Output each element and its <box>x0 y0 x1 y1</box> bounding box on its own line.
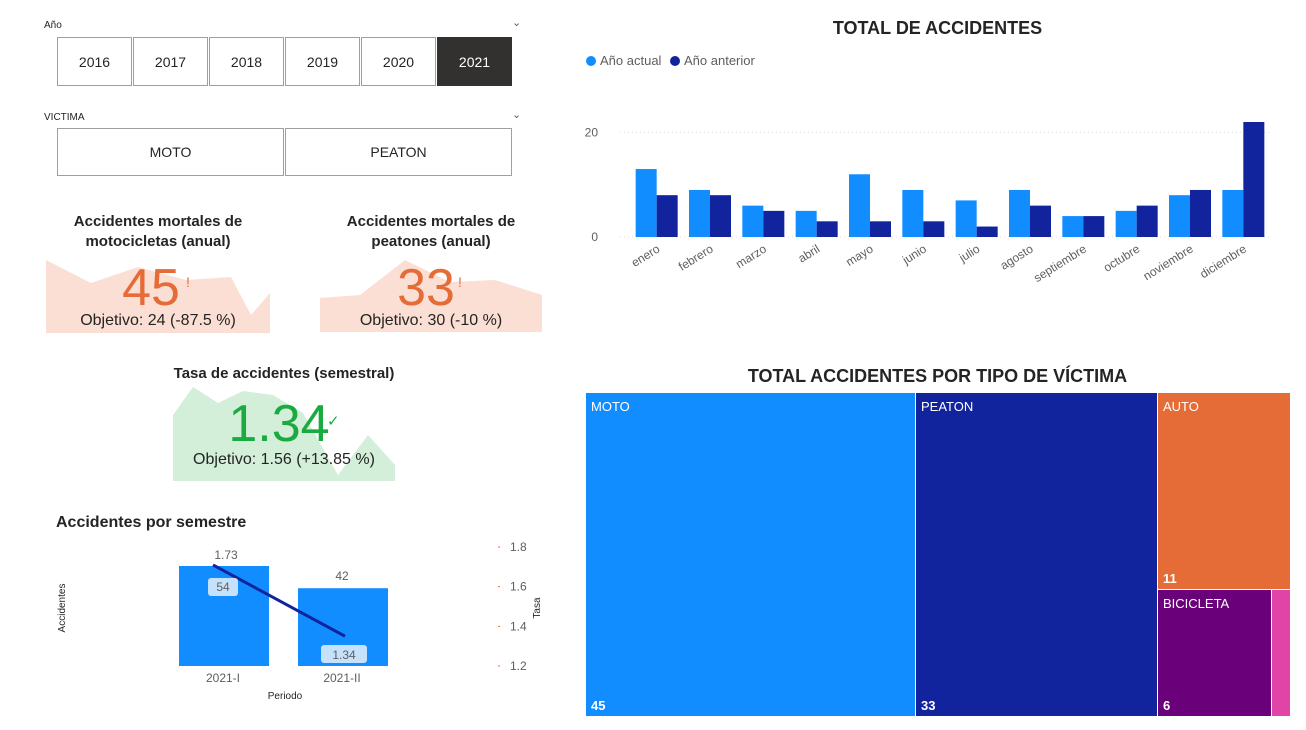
year-tile-2019[interactable]: 2019 <box>285 37 360 86</box>
monthly-legend-current: Año actual <box>586 53 661 68</box>
bar-current-julio[interactable] <box>955 200 977 237</box>
treemap-value-peaton: 33 <box>921 698 936 713</box>
semester-rate-label: 1.73 <box>214 548 238 562</box>
victim-slicer-title: VICTIMA <box>44 112 85 123</box>
treemap-cell-other[interactable] <box>1271 589 1291 717</box>
victim-slicer-chevron-icon[interactable]: ⌄ <box>512 108 521 121</box>
x-tick-label: abril <box>796 242 823 266</box>
x-tick-label: julio <box>956 242 983 266</box>
y2-tick-label: 1.6 <box>510 580 527 594</box>
treemap-value-auto: 11 <box>1163 571 1177 586</box>
treemap-label-auto: AUTO <box>1163 399 1199 414</box>
semester-x-axis-label: Periodo <box>268 691 303 702</box>
x-tick-label: octubre <box>1101 242 1143 275</box>
monthly-legend-previous: Año anterior <box>670 53 755 68</box>
y2-tick-label: 1.8 <box>510 540 527 554</box>
victim-tile-moto[interactable]: MOTO <box>57 128 284 176</box>
semester-chart-title: Accidentes por semestre <box>56 514 247 531</box>
bar-current-agosto[interactable] <box>1009 189 1030 237</box>
semester-x-tick-label: 2021-I <box>206 671 240 685</box>
y-tick-label: 0 <box>591 230 598 244</box>
kpi-moto-alert-icon: ! <box>186 274 190 290</box>
year-slicer-chevron-icon[interactable]: ⌄ <box>512 16 521 29</box>
bar-previous-febrero[interactable] <box>710 195 731 237</box>
semester-bar-label: 54 <box>216 580 230 594</box>
x-tick-label: marzo <box>733 242 769 272</box>
y-tick-label: 20 <box>585 125 599 139</box>
x-tick-label: junio <box>899 242 929 268</box>
bar-current-febrero[interactable] <box>689 189 710 237</box>
treemap-cell-moto[interactable]: MOTO 45 <box>585 392 916 717</box>
treemap-cell-peaton[interactable]: PEATON 33 <box>915 392 1158 717</box>
year-tile-2021[interactable]: 2021 <box>437 37 512 86</box>
bar-previous-enero[interactable] <box>656 195 678 237</box>
bar-previous-mayo[interactable] <box>870 221 891 237</box>
treemap-value-bicicleta: 6 <box>1163 698 1171 713</box>
kpi-peaton-alert-icon: ! <box>458 274 462 290</box>
bar-previous-junio[interactable] <box>923 221 945 237</box>
treemap-label-bicicleta: BICICLETA <box>1163 596 1230 611</box>
bar-current-noviembre[interactable] <box>1169 195 1190 237</box>
bar-previous-noviembre[interactable] <box>1190 189 1211 237</box>
bar-previous-abril[interactable] <box>816 221 838 237</box>
year-slicer-title: Año <box>44 20 62 31</box>
bar-current-junio[interactable] <box>902 189 924 237</box>
x-tick-label: septiembre <box>1031 242 1089 286</box>
x-tick-label: febrero <box>676 242 716 274</box>
kpi-tasa-check-icon: ✓ <box>327 413 340 430</box>
kpi-tasa-value: 1.34 <box>228 395 330 453</box>
bar-current-septiembre[interactable] <box>1062 216 1084 237</box>
y2-tick-label: 1.2 <box>510 659 527 673</box>
kpi-peaton-title: Accidentes mortales de peatones (anual) <box>346 213 516 250</box>
year-tile-2020[interactable]: 2020 <box>361 37 436 86</box>
kpi-tasa-goal: Objetivo: 1.56 (+13.85 %) <box>193 451 375 468</box>
monthly-chart-title: TOTAL DE ACCIDENTES <box>832 18 1043 38</box>
treemap-value-moto: 45 <box>591 698 606 713</box>
bar-previous-septiembre[interactable] <box>1083 216 1105 237</box>
bar-previous-octubre[interactable] <box>1136 205 1158 237</box>
treemap-label-moto: MOTO <box>591 399 630 414</box>
treemap-title: TOTAL ACCIDENTES POR TIPO DE VÍCTIMA <box>747 366 1128 386</box>
x-tick-label: mayo <box>843 241 876 269</box>
semester-chart: Accidentes Tasa 1.8 1.6 1.4 1.2 2021-I 2021-II 5… <box>57 540 543 702</box>
semester-rate-label: 1.34 <box>332 648 356 662</box>
bar-current-diciembre[interactable] <box>1222 189 1244 237</box>
bar-current-octubre[interactable] <box>1115 210 1137 237</box>
kpi-peaton-goal: Objetivo: 30 (-10 %) <box>359 312 503 329</box>
treemap-label-peaton: PEATON <box>921 399 974 414</box>
bar-previous-marzo[interactable] <box>763 210 785 237</box>
treemap-cell-auto[interactable]: AUTO 11 <box>1157 392 1291 590</box>
kpi-tasa-title: Tasa de accidentes (semestral) <box>173 365 395 382</box>
victim-tile-peaton[interactable]: PEATON <box>285 128 512 176</box>
bar-current-abril[interactable] <box>795 210 817 237</box>
bar-previous-agosto[interactable] <box>1030 205 1051 237</box>
bar-current-mayo[interactable] <box>849 174 870 237</box>
bar-current-enero[interactable] <box>635 169 657 237</box>
year-tile-2016[interactable]: 2016 <box>57 37 132 86</box>
legend-dot-previous <box>670 55 680 66</box>
semester-x-tick-label: 2021-II <box>323 671 360 685</box>
year-tile-2018[interactable]: 2018 <box>209 37 284 86</box>
legend-dot-current <box>586 55 596 66</box>
monthly-chart: 20 0 enero febrero marzo abril mayo junio julio a… <box>585 122 1270 286</box>
bar-previous-diciembre[interactable] <box>1243 122 1265 237</box>
bar-current-marzo[interactable] <box>742 205 764 237</box>
kpi-moto-title: Accidentes mortales de motocicletas (anu… <box>73 213 243 250</box>
bar-previous-julio[interactable] <box>976 226 998 237</box>
treemap-cell-bicicleta[interactable]: BICICLETA 6 <box>1157 589 1272 717</box>
semester-bar-label: 42 <box>335 569 349 583</box>
semester-y2-axis-label: Tasa <box>532 597 543 619</box>
x-tick-label: noviembre <box>1141 242 1196 284</box>
semester-y-axis-label: Accidentes <box>57 584 68 633</box>
x-tick-label: agosto <box>998 241 1036 272</box>
x-tick-label: enero <box>629 242 663 270</box>
y2-tick-label: 1.4 <box>510 619 527 633</box>
year-tile-2017[interactable]: 2017 <box>133 37 208 86</box>
x-tick-label: diciembre <box>1197 242 1249 282</box>
kpi-moto-goal: Objetivo: 24 (-87.5 %) <box>80 312 236 329</box>
kpi-moto-value: 45 <box>122 259 180 317</box>
